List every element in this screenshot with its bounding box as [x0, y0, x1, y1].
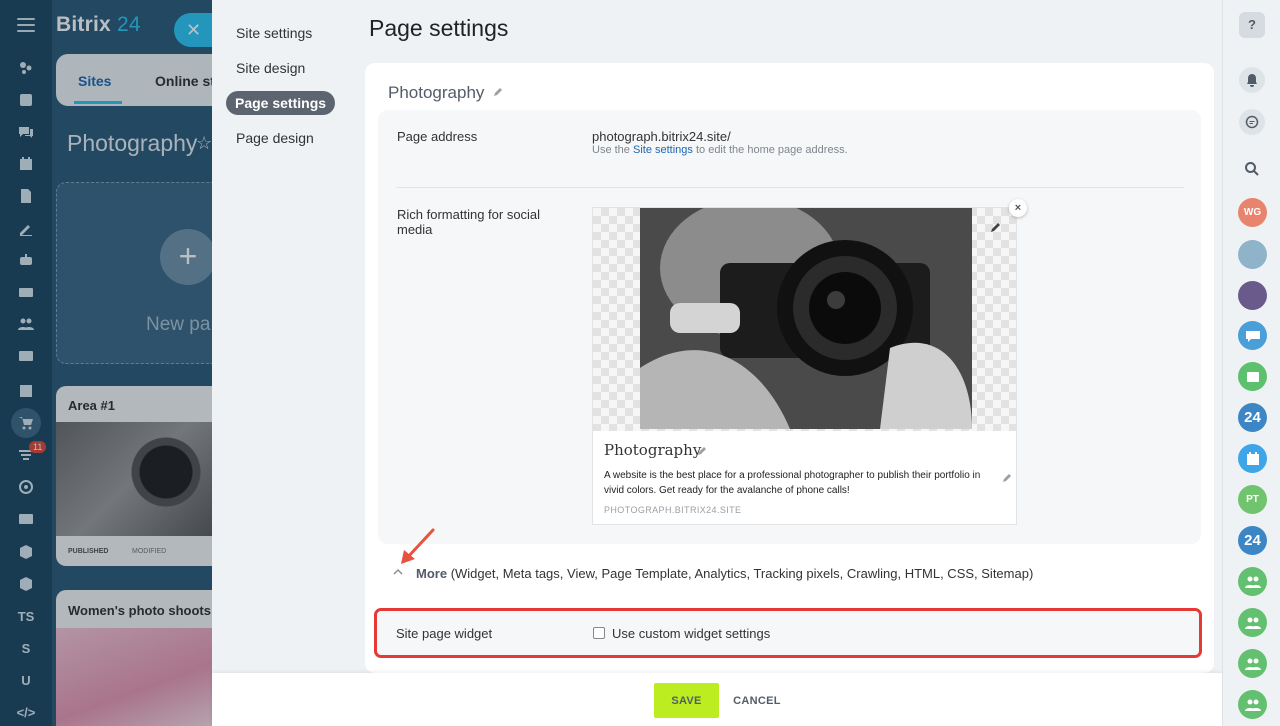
site-settings-link[interactable]: Site settings: [633, 144, 693, 156]
widget-settings-row: Site page widget Use custom widget setti…: [374, 608, 1202, 658]
group-chat-icon[interactable]: [1238, 321, 1267, 350]
right-rail: ? WG 24 PT 24: [1222, 0, 1280, 726]
bell-icon[interactable]: [1239, 67, 1265, 93]
avatar-pt[interactable]: PT: [1238, 485, 1267, 514]
edit-description-icon[interactable]: [1002, 473, 1012, 483]
overlay-dim: [0, 0, 212, 726]
more-details: (Widget, Meta tags, View, Page Template,…: [450, 566, 1034, 581]
edit-pencil-icon[interactable]: [493, 87, 503, 97]
avatar-wg[interactable]: WG: [1238, 198, 1267, 227]
custom-widget-checkbox-label[interactable]: Use custom widget settings: [612, 626, 770, 641]
search-icon[interactable]: [1244, 161, 1260, 177]
preview-title[interactable]: Photography: [604, 441, 701, 459]
page-settings-slider: Site settings Site design Page settings …: [212, 0, 1222, 726]
group-icon[interactable]: [1238, 649, 1267, 678]
remove-image-button[interactable]: ×: [1009, 199, 1027, 217]
group-icon[interactable]: [1238, 690, 1267, 719]
custom-widget-checkbox[interactable]: [593, 627, 605, 639]
settings-side-nav: Site settings Site design Page settings …: [212, 0, 357, 670]
more-label[interactable]: More: [416, 566, 447, 581]
edit-title-icon[interactable]: [697, 446, 707, 456]
preview-domain: PHOTOGRAPH.BITRIX24.SITE: [604, 505, 742, 515]
group-icon[interactable]: [1238, 608, 1267, 637]
social-preview-card: × Photography A website is the best plac…: [592, 199, 1027, 525]
preview-image-area[interactable]: [593, 208, 1016, 431]
page-address-hint: Use the Site settings to edit the home p…: [592, 144, 848, 156]
more-toggle[interactable]: More (Widget, Meta tags, View, Page Temp…: [416, 566, 1033, 581]
workgroup-icon[interactable]: [1238, 362, 1267, 391]
messages-icon[interactable]: [1239, 109, 1265, 135]
nav-site-settings[interactable]: Site settings: [236, 25, 312, 41]
page-address-label: Page address: [397, 129, 478, 144]
nav-page-design[interactable]: Page design: [236, 130, 314, 146]
page-title: Page settings: [369, 15, 509, 41]
footer-bar: SAVE CANCEL: [212, 673, 1222, 726]
settings-section: Page address photograph.bitrix24.site/ U…: [378, 110, 1201, 544]
bitrix24-chat-icon[interactable]: 24: [1238, 403, 1267, 432]
widget-label: Site page widget: [396, 626, 493, 641]
preview-photo: [640, 208, 972, 429]
avatar-photo[interactable]: [1238, 240, 1267, 269]
annotation-arrow: [401, 528, 435, 564]
avatar-photo[interactable]: [1238, 281, 1267, 310]
edit-image-icon[interactable]: [989, 220, 1003, 234]
settings-card: Photography Page address photograph.bitr…: [365, 63, 1214, 673]
chevron-up-icon[interactable]: [393, 567, 403, 577]
cancel-button[interactable]: CANCEL: [727, 683, 787, 718]
preview-description[interactable]: A website is the best place for a profes…: [604, 468, 984, 498]
page-address-value: photograph.bitrix24.site/: [592, 129, 731, 144]
calendar-chat-icon[interactable]: [1238, 444, 1267, 473]
bitrix24-chat-icon[interactable]: 24: [1238, 526, 1267, 555]
nav-page-settings[interactable]: Page settings: [226, 91, 336, 115]
divider: [396, 187, 1184, 188]
nav-site-design[interactable]: Site design: [236, 60, 305, 76]
group-icon[interactable]: [1238, 567, 1267, 596]
help-button[interactable]: ?: [1239, 12, 1265, 38]
rich-formatting-label: Rich formatting for social media: [397, 207, 541, 237]
save-button[interactable]: SAVE: [654, 683, 719, 718]
page-name: Photography: [388, 83, 485, 102]
